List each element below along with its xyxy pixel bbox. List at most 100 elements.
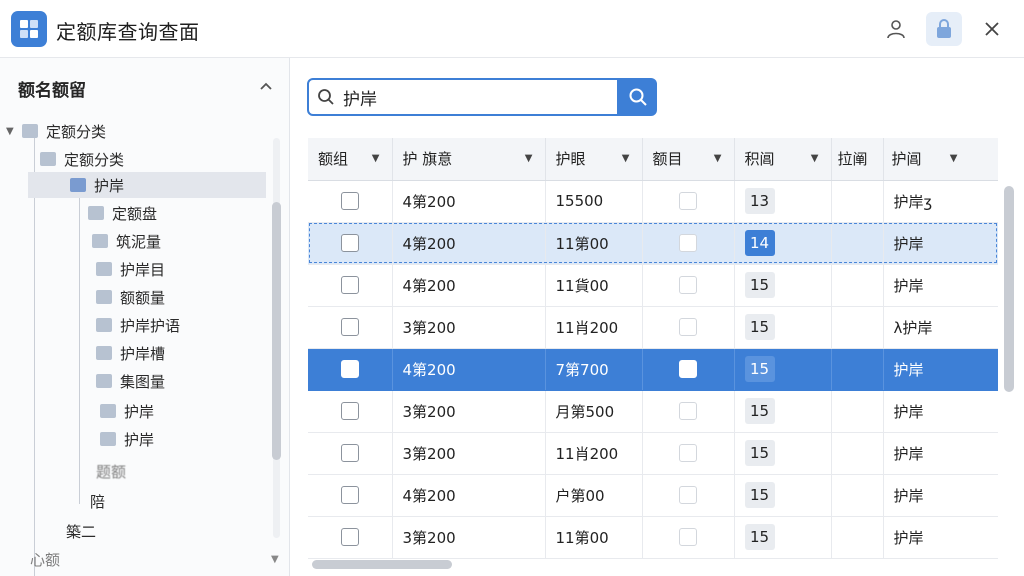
row-checkbox[interactable]	[340, 444, 359, 463]
table-cell: 15	[734, 348, 832, 391]
folder-icon	[88, 206, 104, 220]
row-checkbox-cell[interactable]	[642, 264, 735, 307]
row-checkbox[interactable]	[340, 234, 359, 253]
column-header[interactable]: 额目 ▼	[642, 138, 735, 181]
table-cell: 7第700	[545, 348, 643, 391]
row-checkbox-cell[interactable]	[308, 306, 393, 349]
item-checkbox[interactable]	[679, 192, 697, 211]
search-icon	[629, 88, 647, 106]
item-checkbox[interactable]	[679, 360, 697, 379]
tree-node[interactable]: 築二	[66, 518, 96, 544]
expand-caret-icon[interactable]: ▼	[6, 126, 16, 137]
count-badge: 15	[744, 356, 775, 382]
row-checkbox-cell[interactable]	[642, 474, 735, 517]
folder-icon	[96, 318, 112, 332]
row-checkbox-cell[interactable]	[642, 306, 735, 349]
table-row[interactable]: 3第200 11第00 15 护岸	[308, 516, 998, 559]
row-checkbox-cell[interactable]	[308, 180, 393, 223]
row-checkbox[interactable]	[340, 360, 359, 379]
tree-node[interactable]: 护岸目	[96, 256, 165, 282]
row-checkbox-cell[interactable]	[308, 390, 393, 433]
item-checkbox[interactable]	[679, 318, 697, 337]
sort-down-icon[interactable]: ▼	[811, 153, 819, 164]
table-row[interactable]: 3第200 11肖200 15 护岸	[308, 432, 998, 475]
row-checkbox-cell[interactable]	[308, 222, 393, 265]
item-checkbox[interactable]	[679, 444, 697, 463]
search-input[interactable]	[343, 85, 613, 109]
item-checkbox[interactable]	[679, 402, 697, 421]
user-button[interactable]	[878, 12, 914, 46]
search-box[interactable]	[307, 78, 619, 116]
tree-node[interactable]: 定额盘	[88, 200, 157, 226]
row-checkbox[interactable]	[340, 528, 359, 547]
table-row[interactable]: 4第200 11貨00 15 护岸	[308, 264, 998, 307]
column-header[interactable]: 额组 ▼	[308, 138, 393, 181]
folder-icon	[96, 290, 112, 304]
close-button[interactable]	[974, 12, 1010, 46]
table-row[interactable]: 4第200 15500 13 护岸ʒ	[308, 180, 998, 223]
row-checkbox-cell[interactable]	[642, 180, 735, 223]
row-checkbox[interactable]	[340, 318, 359, 337]
column-header[interactable]: 拉阐	[831, 138, 884, 181]
tree-node[interactable]: 心额	[30, 546, 60, 572]
row-checkbox-cell[interactable]	[308, 348, 393, 391]
row-checkbox-cell[interactable]	[308, 474, 393, 517]
horizontal-scroll-thumb[interactable]	[312, 560, 452, 569]
tree-node[interactable]: 护岸	[100, 398, 154, 424]
row-checkbox-cell[interactable]	[642, 348, 735, 391]
tree-node-label: 护岸	[94, 176, 125, 195]
column-header[interactable]: 护 旗意 ▼	[392, 138, 546, 181]
table-row[interactable]: 4第200 11第00 14 护岸	[308, 222, 998, 265]
sort-down-icon[interactable]: ▼	[714, 153, 722, 164]
tree-node[interactable]: 护岸	[100, 426, 154, 452]
tree-node[interactable]: 护岸槽	[96, 340, 165, 366]
table-row[interactable]: 4第200 户第00 15 护岸	[308, 474, 998, 517]
row-checkbox-cell[interactable]	[642, 432, 735, 475]
table-cell: 护岸	[883, 390, 998, 433]
tree-node[interactable]: 集图量	[96, 368, 165, 394]
scroll-thumb[interactable]	[1004, 186, 1014, 392]
tree-node[interactable]: 定额分类	[40, 146, 124, 172]
search-button[interactable]	[619, 78, 657, 116]
tree-node-root[interactable]: ▼ 定额分类	[6, 118, 106, 144]
sort-down-icon[interactable]: ▼	[372, 153, 380, 164]
table-row[interactable]: 3第200 月第500 15 护岸	[308, 390, 998, 433]
row-checkbox-cell[interactable]	[308, 516, 393, 559]
lock-button[interactable]	[926, 12, 962, 46]
table-row[interactable]: 3第200 11肖200 15 λ护岸	[308, 306, 998, 349]
row-checkbox-cell[interactable]	[642, 390, 735, 433]
tree-node[interactable]: 筑泥量	[92, 228, 161, 254]
row-checkbox-cell[interactable]	[308, 432, 393, 475]
item-checkbox[interactable]	[679, 234, 697, 253]
tree-node[interactable]: 陪	[90, 488, 105, 514]
row-checkbox[interactable]	[340, 486, 359, 505]
column-header[interactable]: 护眼 ▼	[545, 138, 643, 181]
row-checkbox-cell[interactable]	[308, 264, 393, 307]
sort-down-icon[interactable]: ▼	[622, 153, 630, 164]
item-checkbox[interactable]	[679, 528, 697, 547]
sort-down-icon[interactable]: ▼	[950, 153, 958, 164]
row-checkbox-cell[interactable]	[642, 222, 735, 265]
row-checkbox[interactable]	[340, 192, 359, 211]
row-checkbox[interactable]	[340, 402, 359, 421]
tree-node[interactable]: 额额量	[96, 284, 165, 310]
column-header[interactable]: 积阊 ▼	[734, 138, 832, 181]
table-scrollbar[interactable]	[1000, 182, 1020, 576]
collapse-button[interactable]	[256, 76, 276, 96]
tree-node-label: 护岸槽	[120, 344, 166, 363]
tree-node-label: 题额	[96, 462, 127, 481]
column-header[interactable]: 护阊 ▼	[883, 138, 998, 181]
tree-node[interactable]: 题额	[96, 458, 126, 484]
scroll-down-arrow-icon[interactable]: ▼	[271, 554, 279, 565]
item-checkbox[interactable]	[679, 486, 697, 505]
tree-node-selected[interactable]: 护岸	[28, 172, 266, 198]
table-cell: 13	[734, 180, 832, 223]
tree-node[interactable]: 护岸护语	[96, 312, 180, 338]
scroll-thumb[interactable]	[272, 202, 281, 460]
row-checkbox[interactable]	[340, 276, 359, 295]
sort-down-icon[interactable]: ▼	[525, 153, 533, 164]
item-checkbox[interactable]	[679, 276, 697, 295]
row-checkbox-cell[interactable]	[642, 516, 735, 559]
tree-scrollbar[interactable]: ▼	[270, 114, 282, 576]
table-row[interactable]: 4第200 7第700 15 护岸	[308, 348, 998, 391]
